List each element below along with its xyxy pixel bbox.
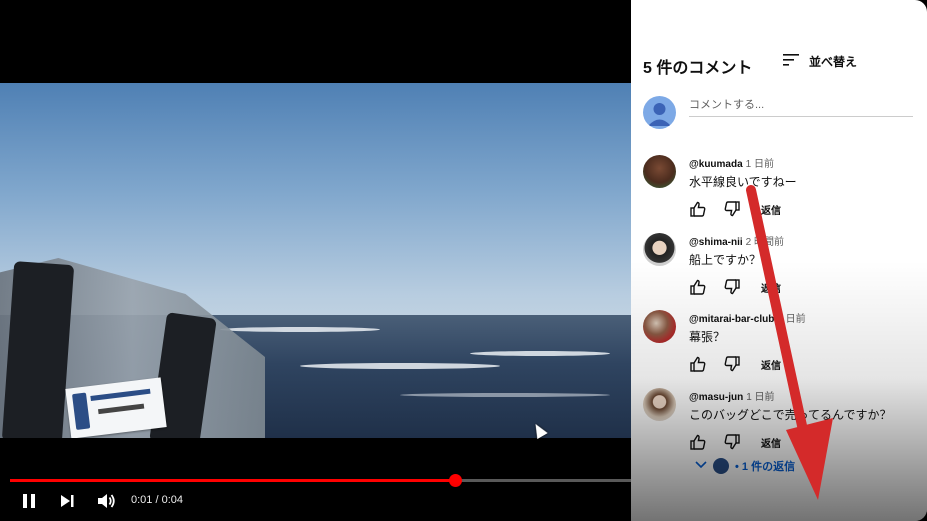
comment-time[interactable]: 2 時間前 <box>746 237 784 248</box>
view-replies-button[interactable]: • 1 件の返信 <box>695 458 795 474</box>
dislike-icon[interactable] <box>721 354 743 374</box>
like-icon[interactable] <box>687 432 709 452</box>
avatar[interactable] <box>643 155 676 188</box>
avatar <box>643 96 676 129</box>
comment-text: このバッグどこで売ってるんですか？ <box>689 408 892 422</box>
like-icon[interactable] <box>687 199 709 219</box>
next-icon[interactable] <box>55 489 79 513</box>
chevron-down-icon <box>695 460 707 472</box>
dislike-icon[interactable] <box>721 277 743 297</box>
avatar[interactable] <box>643 310 676 343</box>
video-player[interactable] <box>0 0 631 521</box>
comments-panel: 5 件のコメント 並べ替え @kuumada1 日前 水平線良いですねー 返信 <box>631 0 927 521</box>
panel-overlay-gradient <box>631 261 927 521</box>
reply-button[interactable]: 返信 <box>761 357 781 372</box>
sort-button[interactable]: 並べ替え <box>783 51 857 71</box>
add-comment-input[interactable] <box>689 94 913 117</box>
sort-label: 並べ替え <box>809 54 858 69</box>
avatar[interactable] <box>643 233 676 266</box>
dislike-icon[interactable] <box>721 432 743 452</box>
comment-text: 水平線良いですねー <box>689 175 797 189</box>
comment-text: 船上ですか？ <box>689 253 762 267</box>
pause-icon[interactable] <box>17 489 41 513</box>
comment-time[interactable]: 1 日前 <box>746 159 774 170</box>
avatar[interactable] <box>643 388 676 421</box>
sort-icon <box>783 53 799 69</box>
comments-title: 5 件のコメント <box>643 60 753 77</box>
like-icon[interactable] <box>687 277 709 297</box>
reply-button[interactable]: 返信 <box>761 435 781 450</box>
volume-icon[interactable] <box>94 489 118 513</box>
time-display: 0:01 / 0:04 <box>131 494 183 506</box>
dislike-icon[interactable] <box>721 199 743 219</box>
comment-time[interactable]: 1 日前 <box>746 392 774 403</box>
comment-text: 幕張？ <box>689 330 726 344</box>
comment-author[interactable]: @shima-nii <box>689 237 743 248</box>
video-frame[interactable] <box>0 83 631 438</box>
player-window: 0:01 / 0:04 5 件のコメント 並べ替え コメントする... @kuu… <box>0 0 927 521</box>
like-icon[interactable] <box>687 354 709 374</box>
replies-label: • 1 件の返信 <box>735 461 796 473</box>
bag-strap <box>1 261 75 438</box>
reply-button[interactable]: 返信 <box>761 202 781 217</box>
comment-author[interactable]: @mitarai-bar-club <box>689 314 774 325</box>
comment-time[interactable]: 1 日前 <box>777 314 805 325</box>
comment-author[interactable]: @kuumada <box>689 159 743 170</box>
comment-author[interactable]: @masu-jun <box>689 392 743 403</box>
avatar <box>713 458 729 474</box>
reply-button[interactable]: 返信 <box>761 280 781 295</box>
